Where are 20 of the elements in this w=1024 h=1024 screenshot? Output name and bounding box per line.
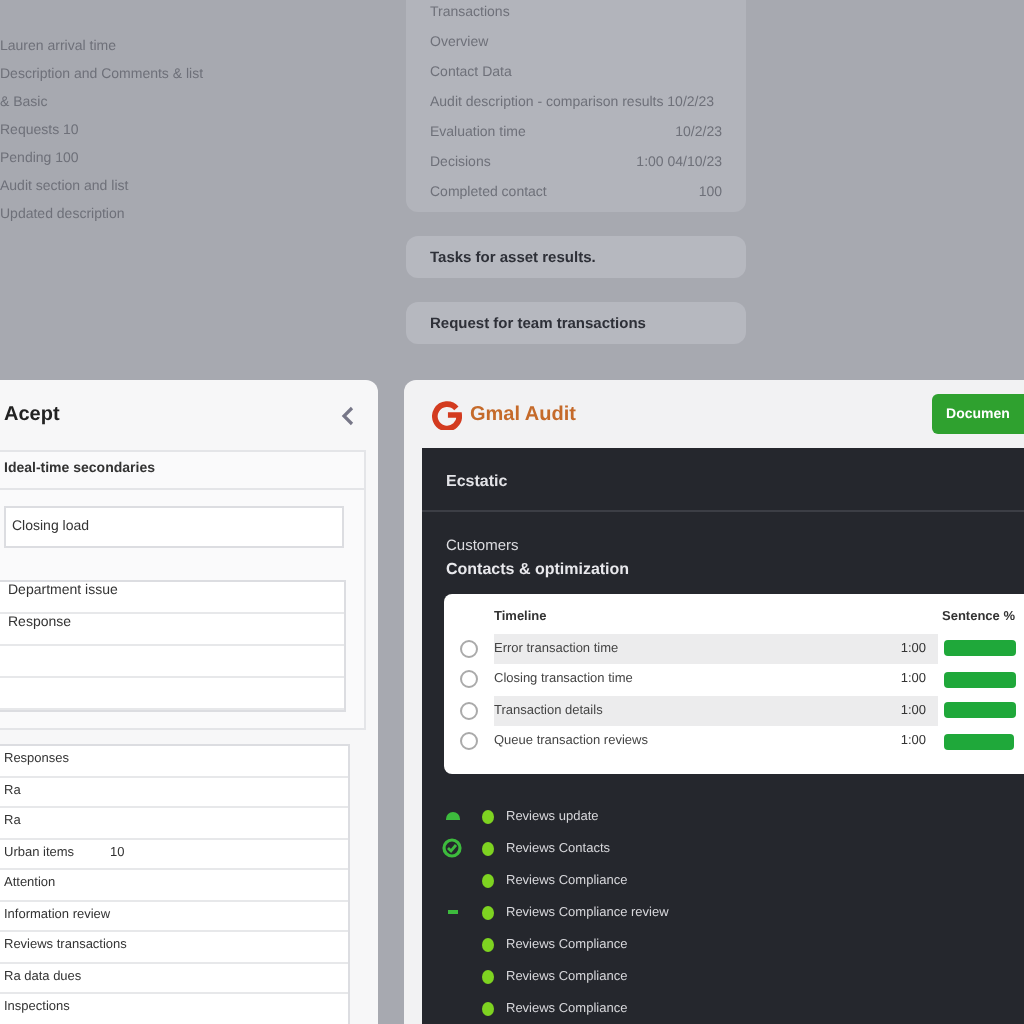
dash-icon [447, 910, 457, 914]
bullet-icon [482, 1001, 494, 1015]
bullet-icon [482, 841, 494, 855]
bullet-icon [482, 905, 494, 919]
app-name: Gmal Audit [470, 403, 576, 425]
bullet-icon [482, 969, 494, 983]
chevron-icon[interactable] [340, 405, 356, 425]
status-icon [445, 812, 459, 820]
panel-title: Acept [4, 404, 60, 426]
bullet-icon [482, 873, 494, 887]
logo-icon [432, 399, 462, 429]
check-circle-icon [442, 838, 462, 858]
radio-button[interactable] [460, 670, 478, 689]
bullet-icon [482, 937, 494, 951]
section-heading: Ecstatic [444, 472, 510, 494]
radio-button[interactable] [460, 701, 478, 720]
radio-button[interactable] [460, 639, 478, 658]
section-title: Contacts & optimization [444, 558, 632, 578]
radio-button[interactable] [460, 732, 478, 751]
bullet-icon [482, 809, 494, 823]
